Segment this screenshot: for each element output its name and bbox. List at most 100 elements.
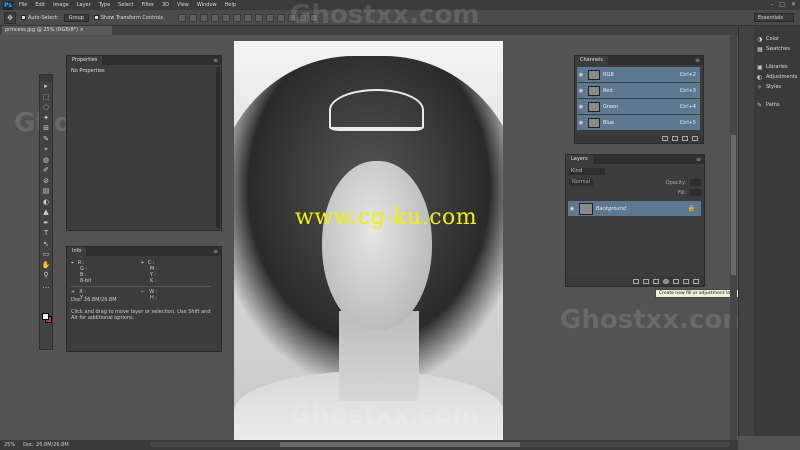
foreground-color-swatch[interactable] bbox=[42, 313, 49, 320]
channels-tab[interactable]: Channels bbox=[575, 56, 609, 65]
close-icon[interactable]: ✕ bbox=[791, 1, 796, 8]
lock-icon[interactable]: 🔒 bbox=[688, 205, 695, 212]
menu-select[interactable]: Select bbox=[114, 2, 137, 8]
align-bottom-icon[interactable] bbox=[200, 13, 209, 22]
scrollbar-thumb[interactable] bbox=[280, 442, 520, 447]
zoom-tool-icon[interactable]: ⚲ bbox=[40, 270, 52, 281]
channel-row-red[interactable]: ◉ Red Ctrl+3 bbox=[577, 83, 700, 98]
distribute-left-icon[interactable] bbox=[277, 13, 286, 22]
trash-icon[interactable] bbox=[692, 136, 698, 141]
document-canvas[interactable] bbox=[234, 41, 503, 442]
trash-icon[interactable] bbox=[693, 279, 699, 284]
blur-tool-icon[interactable]: ▲ bbox=[40, 207, 52, 218]
menu-3d[interactable]: 3D bbox=[158, 2, 173, 8]
auto-select-dropdown[interactable]: Group bbox=[63, 13, 89, 22]
hand-tool-icon[interactable]: ✋ bbox=[40, 260, 52, 271]
opacity-field[interactable] bbox=[690, 179, 701, 186]
align-right-icon[interactable] bbox=[233, 13, 242, 22]
checkbox-box[interactable] bbox=[93, 15, 99, 20]
panel-menu-icon[interactable]: ≡ bbox=[696, 156, 701, 163]
menu-window[interactable]: Window bbox=[193, 2, 221, 8]
dock-item-adjustments[interactable]: ◐ Adjustments bbox=[754, 72, 800, 82]
eyedropper-tool-icon[interactable]: ✎ bbox=[40, 134, 52, 145]
align-left-icon[interactable] bbox=[211, 13, 220, 22]
properties-scrollbar[interactable] bbox=[216, 67, 220, 228]
visibility-eye-icon[interactable]: ◉ bbox=[568, 206, 576, 212]
dock-item-paths[interactable]: ✎ Paths bbox=[754, 100, 800, 110]
new-group-icon[interactable] bbox=[673, 279, 679, 284]
path-select-tool-icon[interactable]: ↖ bbox=[40, 239, 52, 250]
menu-edit[interactable]: Edit bbox=[31, 2, 49, 8]
crop-tool-icon[interactable]: ⊞ bbox=[40, 123, 52, 134]
doc-size[interactable]: Doc: 26.8M/26.8M bbox=[23, 442, 69, 448]
gradient-tool-icon[interactable]: ◐ bbox=[40, 197, 52, 208]
zoom-level[interactable]: 25% bbox=[4, 442, 15, 448]
workspace-switcher[interactable]: Essentials bbox=[754, 13, 794, 22]
history-brush-tool-icon[interactable]: ⊘ bbox=[40, 176, 52, 187]
new-channel-icon[interactable] bbox=[682, 136, 688, 141]
panel-menu-icon[interactable]: ≡ bbox=[213, 248, 218, 255]
brush-tool-icon[interactable]: ◍ bbox=[40, 155, 52, 166]
checkbox-box[interactable] bbox=[21, 15, 26, 20]
panel-menu-icon[interactable]: ≡ bbox=[695, 57, 700, 64]
marquee-tool-icon[interactable]: ⬚ bbox=[40, 92, 52, 103]
document-horizontal-scrollbar[interactable] bbox=[150, 442, 730, 447]
menu-type[interactable]: Type bbox=[95, 2, 114, 8]
menu-view[interactable]: View bbox=[173, 2, 193, 8]
distribute-middle-icon[interactable] bbox=[255, 13, 264, 22]
dock-item-libraries[interactable]: ▣ Libraries bbox=[754, 62, 800, 72]
more-tools-icon[interactable]: … bbox=[40, 281, 52, 292]
channel-row-green[interactable]: ◉ Green Ctrl+4 bbox=[577, 99, 700, 114]
dock-item-styles[interactable]: ✧ Styles bbox=[754, 82, 800, 92]
adjustment-layer-icon[interactable] bbox=[663, 279, 669, 284]
panel-menu-icon[interactable]: ≡ bbox=[213, 57, 218, 64]
visibility-eye-icon[interactable]: ◉ bbox=[577, 88, 585, 94]
eraser-tool-icon[interactable]: ▤ bbox=[40, 186, 52, 197]
shape-tool-icon[interactable]: ▭ bbox=[40, 249, 52, 260]
align-center-icon[interactable] bbox=[222, 13, 231, 22]
align-top-icon[interactable] bbox=[178, 13, 187, 22]
info-tab[interactable]: Info bbox=[67, 247, 87, 256]
move-tool-icon[interactable]: ▸ bbox=[40, 81, 52, 92]
layer-filter-dropdown[interactable]: Kind bbox=[569, 168, 605, 175]
layers-tab[interactable]: Layers bbox=[566, 155, 593, 164]
menu-filter[interactable]: Filter bbox=[138, 2, 158, 8]
new-layer-icon[interactable] bbox=[683, 279, 689, 284]
save-selection-icon[interactable] bbox=[672, 136, 678, 141]
layer-row-background[interactable]: ◉ Background 🔒 bbox=[568, 201, 701, 216]
dock-item-color[interactable]: ◑ Color bbox=[754, 34, 800, 44]
menu-file[interactable]: File bbox=[15, 2, 31, 8]
fill-field[interactable] bbox=[690, 189, 701, 196]
maximize-icon[interactable]: □ bbox=[779, 1, 785, 8]
visibility-eye-icon[interactable]: ◉ bbox=[577, 120, 585, 126]
menu-layer[interactable]: Layer bbox=[73, 2, 95, 8]
distribute-bottom-icon[interactable] bbox=[266, 13, 275, 22]
visibility-eye-icon[interactable]: ◉ bbox=[577, 104, 585, 110]
move-tool-icon[interactable]: ✥ bbox=[4, 11, 16, 24]
align-middle-icon[interactable] bbox=[189, 13, 198, 22]
clone-stamp-tool-icon[interactable]: ✐ bbox=[40, 165, 52, 176]
menu-image[interactable]: Image bbox=[49, 2, 73, 8]
blend-mode-dropdown[interactable]: Normal bbox=[569, 179, 594, 186]
transform-controls-checkbox[interactable]: Show Transform Controls bbox=[93, 15, 163, 21]
document-tab[interactable]: princess.jpg @ 25% (RGB/8*) × bbox=[2, 26, 112, 35]
document-vertical-scrollbar[interactable] bbox=[730, 35, 737, 440]
healing-tool-icon[interactable]: ⌖ bbox=[40, 144, 52, 155]
properties-tab[interactable]: Properties bbox=[67, 56, 103, 65]
visibility-eye-icon[interactable]: ◉ bbox=[577, 72, 585, 78]
channel-row-blue[interactable]: ◉ Blue Ctrl+5 bbox=[577, 115, 700, 130]
layer-mask-icon[interactable] bbox=[653, 279, 659, 284]
scrollbar-thumb[interactable] bbox=[731, 135, 736, 275]
type-tool-icon[interactable]: T bbox=[40, 228, 52, 239]
channel-row-rgb[interactable]: ◉ RGB Ctrl+2 bbox=[577, 67, 700, 82]
link-layers-icon[interactable] bbox=[633, 279, 639, 284]
pen-tool-icon[interactable]: ✒ bbox=[40, 218, 52, 229]
auto-select-checkbox[interactable]: Auto-Select: bbox=[21, 15, 59, 21]
distribute-top-icon[interactable] bbox=[244, 13, 253, 22]
load-selection-icon[interactable] bbox=[662, 136, 668, 141]
lasso-tool-icon[interactable]: ◌ bbox=[40, 102, 52, 113]
quick-select-tool-icon[interactable]: ✦ bbox=[40, 113, 52, 124]
layer-style-icon[interactable] bbox=[643, 279, 649, 284]
dock-item-swatches[interactable]: ▦ Swatches bbox=[754, 44, 800, 54]
menu-help[interactable]: Help bbox=[221, 2, 240, 8]
